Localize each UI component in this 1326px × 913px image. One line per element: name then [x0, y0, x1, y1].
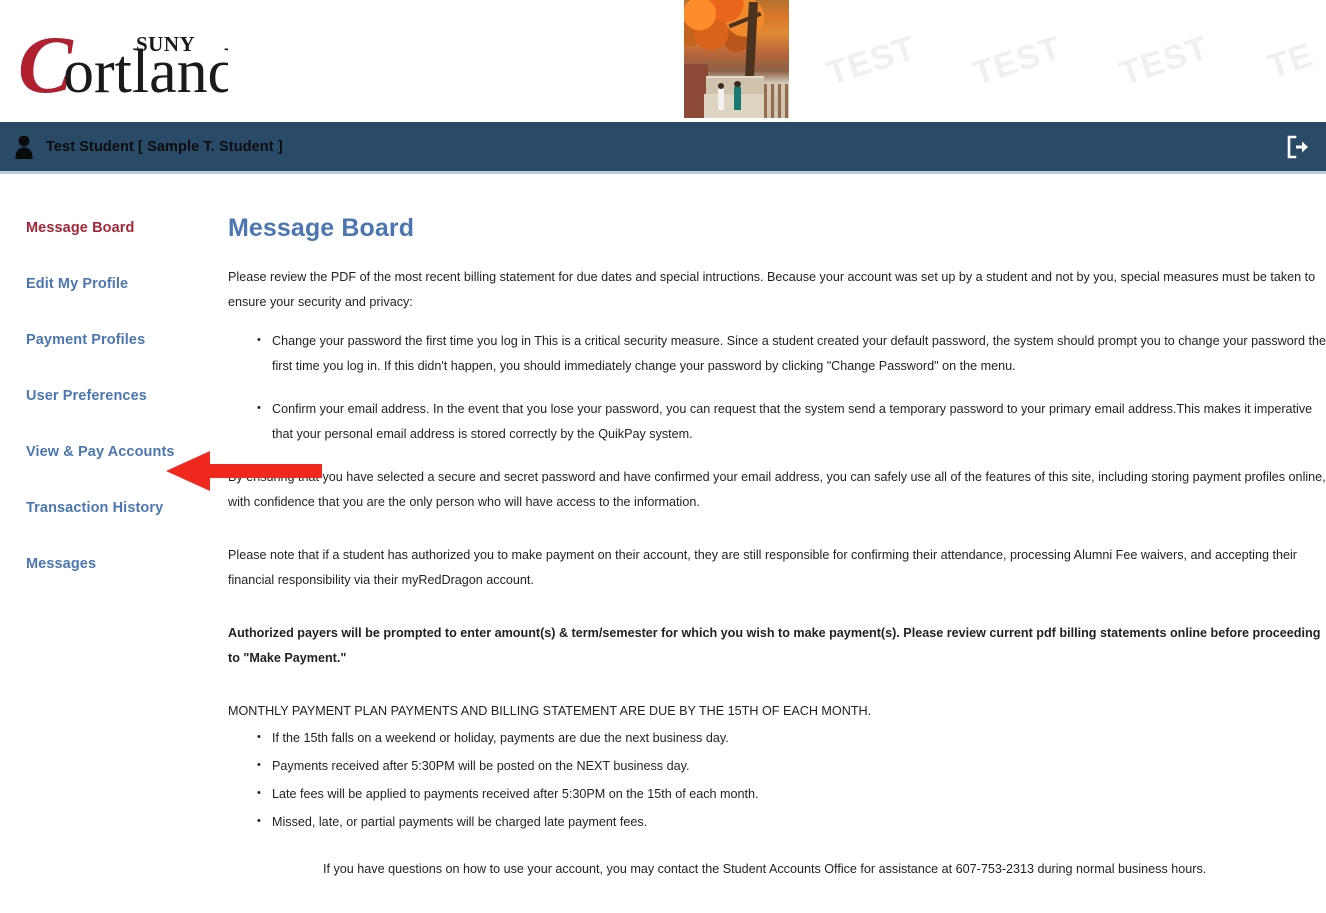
logout-button[interactable] — [1282, 132, 1312, 162]
test-watermark: TEST — [968, 28, 1067, 94]
user-display-name: Test Student [ Sample T. Student ] — [46, 138, 283, 155]
list-item: Change your password the first time you … — [257, 328, 1326, 379]
svg-text:SUNY: SUNY — [136, 32, 195, 56]
intro-paragraph: Please review the PDF of the most recent… — [228, 270, 1316, 309]
test-watermark: TEST — [822, 28, 921, 94]
monthly-bullet-list: If the 15th falls on a weekend or holida… — [228, 725, 1326, 835]
contact-note-paragraph: If you have questions on how to use your… — [323, 862, 1207, 876]
assurance-paragraph: By ensuring that you have selected a sec… — [228, 470, 1326, 509]
sidebar-item-message-board[interactable]: Message Board — [0, 220, 228, 236]
sidebar-item-user-preferences[interactable]: User Preferences — [0, 388, 228, 404]
monthly-payment-heading: MONTHLY PAYMENT PLAN PAYMENTS AND BILLIN… — [228, 704, 872, 718]
user-bar: Test Student [ Sample T. Student ] — [0, 122, 1326, 174]
suny-cortland-logo[interactable]: C ortland SUNY — [18, 22, 228, 108]
logo-graphic: C ortland SUNY — [18, 22, 228, 108]
sidebar-item-view-and-pay-accounts[interactable]: View & Pay Accounts — [0, 444, 228, 460]
authorized-payers-paragraph: Authorized payers will be prompted to en… — [228, 626, 1321, 665]
security-bullet-list: Change your password the first time you … — [228, 328, 1326, 447]
sidebar-nav: Message Board Edit My Profile Payment Pr… — [0, 174, 228, 612]
page-body: Message Board Edit My Profile Payment Pr… — [0, 174, 1326, 882]
list-item: Late fees will be applied to payments re… — [257, 781, 1326, 807]
sidebar-item-edit-my-profile[interactable]: Edit My Profile — [0, 276, 228, 292]
logout-icon — [1287, 135, 1308, 158]
sidebar-item-messages[interactable]: Messages — [0, 556, 228, 572]
person-icon — [15, 135, 33, 159]
list-item: If the 15th falls on a weekend or holida… — [257, 725, 1326, 751]
test-watermark: TEST — [1115, 28, 1214, 94]
campus-autumn-photo — [684, 0, 789, 118]
page-title: Message Board — [228, 214, 415, 242]
main-content: Message Board Please review the PDF of t… — [228, 174, 1326, 882]
list-item: Missed, late, or partial payments will b… — [257, 809, 1326, 835]
sidebar-item-transaction-history[interactable]: Transaction History — [0, 500, 228, 516]
list-item: Confirm your email address. In the event… — [257, 396, 1326, 447]
student-note-paragraph: Please note that if a student has author… — [228, 548, 1297, 587]
site-banner: C ortland SUNY TEST TEST TEST TE — [0, 0, 1326, 122]
list-item: Payments received after 5:30PM will be p… — [257, 753, 1326, 779]
sidebar-item-payment-profiles[interactable]: Payment Profiles — [0, 332, 228, 348]
test-watermark: TE — [1263, 35, 1319, 87]
